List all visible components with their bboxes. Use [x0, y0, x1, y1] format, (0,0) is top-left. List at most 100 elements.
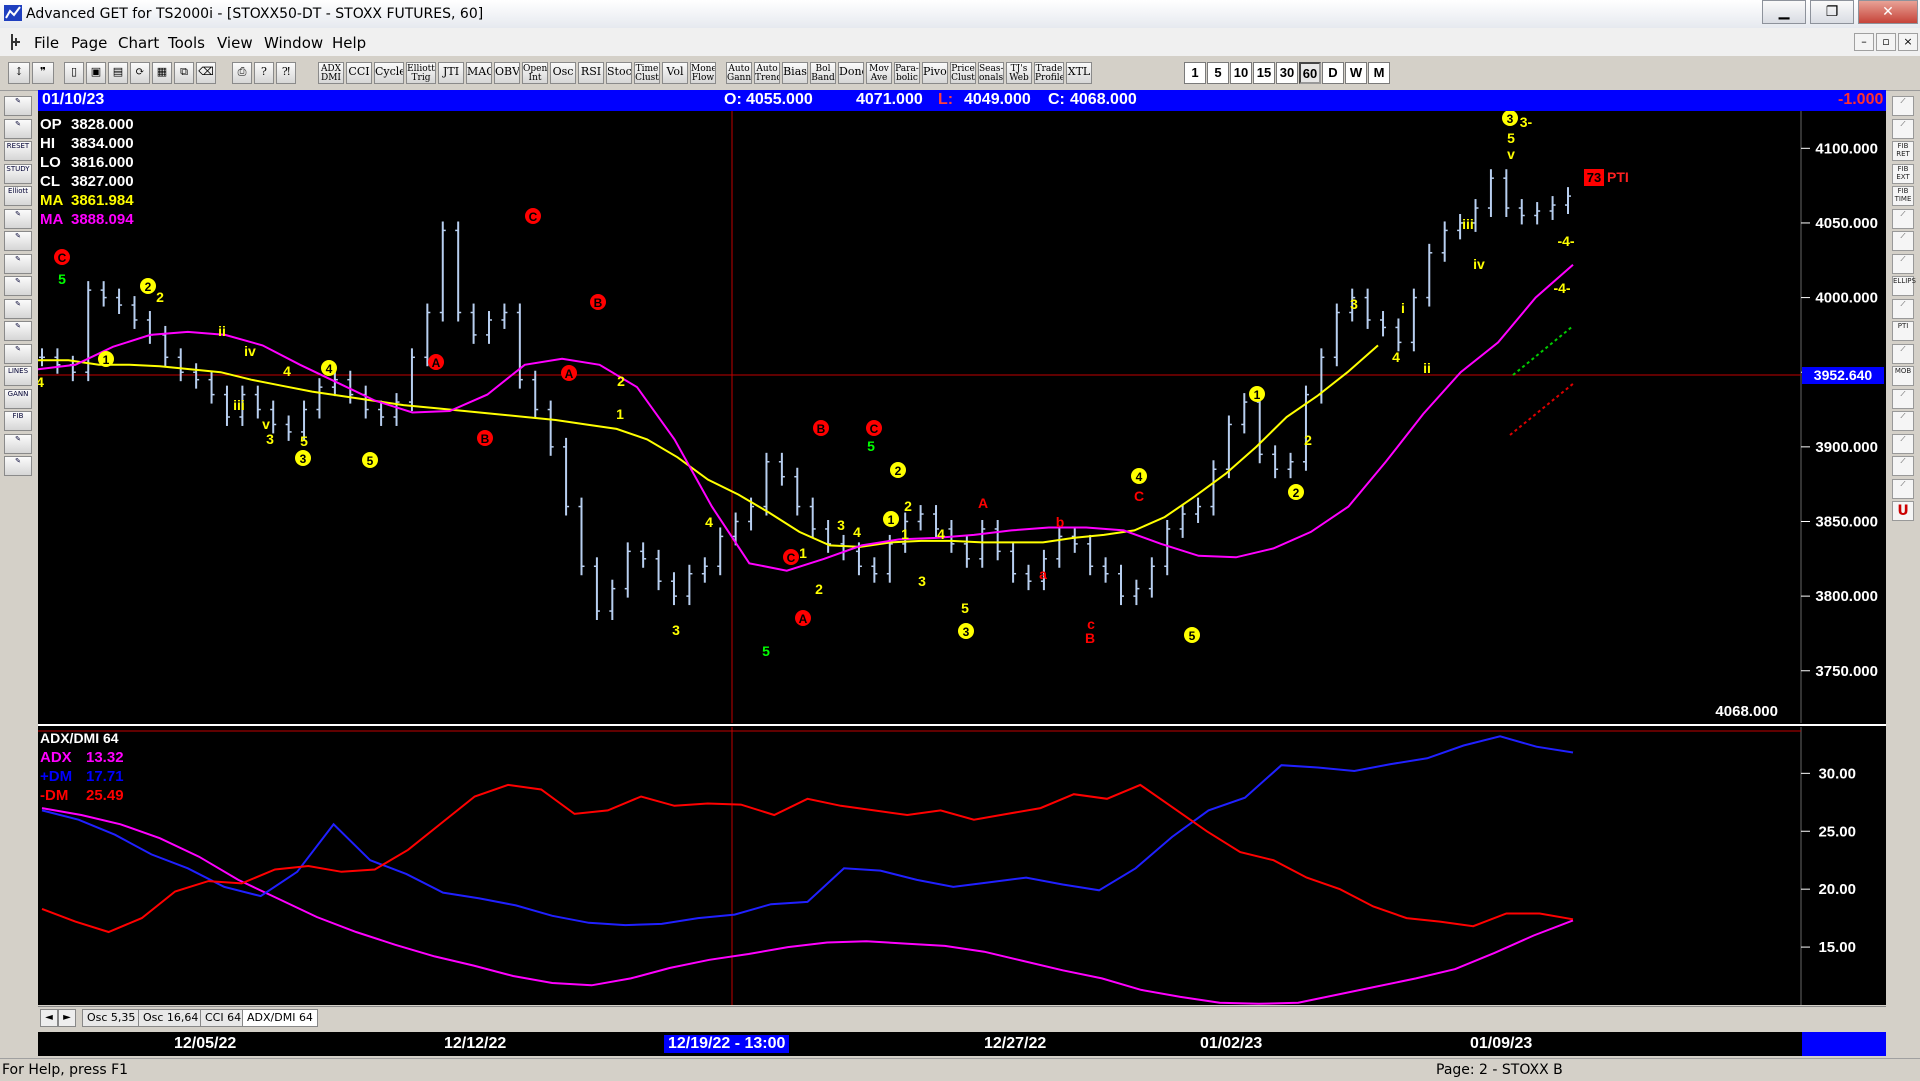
right-tool-8-icon[interactable]: ELLIPS: [1892, 276, 1916, 296]
study-button-12[interactable]: Vol: [662, 62, 688, 84]
left-tool-7-icon[interactable]: ✎: [4, 253, 32, 274]
menu-file[interactable]: File: [34, 34, 59, 52]
tab-scroll-right-icon[interactable]: ►: [58, 1009, 76, 1027]
study-button-26[interactable]: XTL: [1066, 62, 1092, 84]
menu-tools[interactable]: Tools: [168, 34, 205, 52]
right-tool-4-icon[interactable]: FIB TIME: [1892, 186, 1914, 206]
refresh-icon[interactable]: ⟳: [130, 62, 150, 84]
copy-icon[interactable]: ⧉: [174, 62, 194, 84]
right-tool-13-icon[interactable]: ⟋: [1892, 388, 1914, 409]
right-tool-7-icon[interactable]: ⟋: [1892, 253, 1914, 274]
right-tool-2-icon[interactable]: FIB RET: [1892, 141, 1914, 161]
study-button-25[interactable]: Trade Profile: [1034, 62, 1064, 84]
timeframe-W[interactable]: W: [1345, 62, 1367, 84]
study-button-19[interactable]: Mov Ave: [866, 62, 892, 84]
chart-svg[interactable]: 4100.0004050.0004000.0003950.0003900.000…: [36, 110, 1886, 1005]
study-button-1[interactable]: CCI: [346, 62, 372, 84]
study-button-10[interactable]: Stoch: [606, 62, 632, 84]
left-tool-13-icon[interactable]: GANN: [4, 388, 32, 409]
left-tool-1-icon[interactable]: ✎: [4, 118, 32, 139]
study-button-24[interactable]: TJ's Web: [1006, 62, 1032, 84]
menu-window[interactable]: Window: [264, 34, 323, 52]
left-tool-9-icon[interactable]: ✎: [4, 298, 32, 319]
study-button-9[interactable]: RSI: [578, 62, 604, 84]
study-button-14[interactable]: Auto Gann: [726, 62, 752, 84]
left-tool-2-icon[interactable]: RESET: [4, 141, 32, 161]
left-tool-6-icon[interactable]: ✎: [4, 231, 32, 251]
timeframe-15[interactable]: 15: [1253, 62, 1275, 84]
right-tool-18-icon[interactable]: U: [1892, 501, 1914, 521]
study-button-23[interactable]: Seas-onals: [978, 62, 1004, 84]
right-tool-16-icon[interactable]: ⟋: [1892, 456, 1914, 476]
timeframe-1[interactable]: 1: [1184, 62, 1206, 84]
quote-icon[interactable]: ❞: [32, 62, 54, 84]
left-tool-0-icon[interactable]: ✎: [4, 96, 32, 116]
save-icon[interactable]: ▤: [108, 62, 128, 84]
right-tool-10-icon[interactable]: PTI: [1892, 321, 1914, 341]
study-button-11[interactable]: Time Clust: [634, 62, 660, 84]
right-tool-12-icon[interactable]: MOB: [1892, 366, 1914, 386]
study-button-5[interactable]: MACD: [466, 62, 492, 84]
left-tool-14-icon[interactable]: FIB: [4, 411, 32, 431]
right-tool-5-icon[interactable]: ⟋: [1892, 208, 1914, 229]
indicator-panel[interactable]: 30.00 25.00 20.00 15.00 ADX/DMI 64 ADX 13.32…: [38, 727, 1856, 1005]
close-button[interactable]: ✕: [1858, 0, 1918, 24]
right-tool-1-icon[interactable]: ⟋: [1892, 118, 1914, 139]
timeframe-10[interactable]: 10: [1230, 62, 1252, 84]
left-tool-8-icon[interactable]: ✎: [4, 276, 32, 296]
study-button-15[interactable]: Auto Trend: [754, 62, 780, 84]
timeframe-30[interactable]: 30: [1276, 62, 1298, 84]
pointer-tool-icon[interactable]: ↕: [8, 62, 30, 84]
right-tool-14-icon[interactable]: ⟋: [1892, 411, 1914, 431]
mdi-restore-button[interactable]: ▫: [1876, 33, 1896, 51]
study-button-8[interactable]: Osc: [550, 62, 576, 84]
right-tool-11-icon[interactable]: ⟋: [1892, 343, 1914, 364]
study-button-21[interactable]: Pivot: [922, 62, 948, 84]
study-button-6[interactable]: OBV: [494, 62, 520, 84]
study-button-16[interactable]: Bias: [782, 62, 808, 84]
tab-osc-5-35[interactable]: Osc 5,35: [82, 1009, 141, 1027]
menu-view[interactable]: View: [217, 34, 253, 52]
menu-page[interactable]: Page: [71, 34, 107, 52]
timeframe-D[interactable]: D: [1322, 62, 1344, 84]
left-tool-10-icon[interactable]: ✎: [4, 321, 32, 341]
mdi-minimize-button[interactable]: –: [1854, 33, 1874, 51]
info-icon[interactable]: ?: [254, 62, 274, 84]
menu-help[interactable]: Help: [332, 34, 366, 52]
minimize-button[interactable]: ▁: [1762, 0, 1806, 24]
study-button-17[interactable]: Bol Band: [810, 62, 836, 84]
left-tool-5-icon[interactable]: ✎: [4, 208, 32, 229]
left-tool-16-icon[interactable]: ✎: [4, 456, 32, 476]
timeframe-M[interactable]: M: [1368, 62, 1390, 84]
right-tool-0-icon[interactable]: ⟋: [1892, 96, 1914, 116]
tab-adx-dmi-64[interactable]: ADX/DMI 64: [242, 1009, 318, 1027]
chart-area[interactable]: 4100.0004050.0004000.0003950.0003900.000…: [36, 110, 1886, 1005]
study-button-20[interactable]: Para-bolic: [894, 62, 920, 84]
study-button-13[interactable]: MoneyFlow: [690, 62, 716, 84]
timeframe-60[interactable]: 60: [1299, 62, 1321, 84]
right-tool-6-icon[interactable]: ⟋: [1892, 231, 1914, 251]
tab-osc-16-64[interactable]: Osc 16,64: [138, 1009, 204, 1027]
right-tool-17-icon[interactable]: ⟋: [1892, 478, 1914, 499]
open-icon[interactable]: ▣: [86, 62, 106, 84]
left-tool-12-icon[interactable]: LINES: [4, 366, 32, 386]
new-page-icon[interactable]: ▯: [64, 62, 84, 84]
xaxis-scroll-region[interactable]: [1802, 1032, 1886, 1056]
right-tool-9-icon[interactable]: ⟋: [1892, 298, 1914, 319]
study-button-18[interactable]: Donch: [838, 62, 864, 84]
study-button-7[interactable]: Open Int: [522, 62, 548, 84]
erase-icon[interactable]: ⌫: [196, 62, 216, 84]
restore-button[interactable]: ❐: [1810, 0, 1854, 24]
study-button-4[interactable]: JTI: [438, 62, 464, 84]
left-tool-15-icon[interactable]: ✎: [4, 433, 32, 454]
grid-icon[interactable]: ▦: [152, 62, 172, 84]
study-button-3[interactable]: Elliott Trig: [406, 62, 436, 84]
study-button-22[interactable]: Price Clust: [950, 62, 976, 84]
time-axis[interactable]: 12/05/22 12/12/22 12/19/22 - 13:00 12/27…: [38, 1032, 1886, 1056]
study-button-0[interactable]: ADX DMI: [318, 62, 344, 84]
left-tool-11-icon[interactable]: ✎: [4, 343, 32, 364]
right-tool-15-icon[interactable]: ⟋: [1892, 433, 1914, 454]
menu-chart[interactable]: Chart: [118, 34, 159, 52]
right-tool-3-icon[interactable]: FIB EXT: [1892, 163, 1914, 184]
context-help-icon[interactable]: ⁈: [276, 62, 296, 84]
